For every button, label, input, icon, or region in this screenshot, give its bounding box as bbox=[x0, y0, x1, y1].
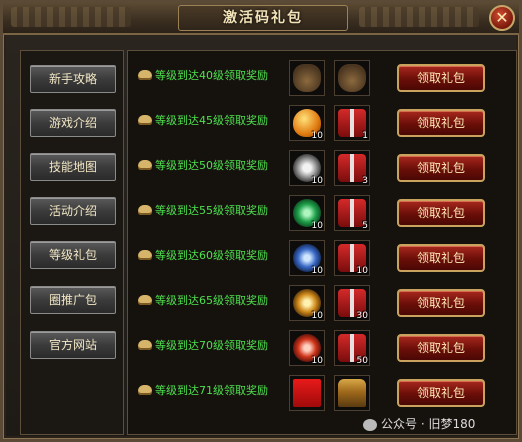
item-count: 10 bbox=[311, 176, 323, 186]
reward-item-slot[interactable]: 5 bbox=[334, 195, 370, 231]
reward-row: 等级到达60级领取奖励 10 10 领取礼包 bbox=[134, 235, 514, 279]
reward-item-slot[interactable]: 50 bbox=[334, 330, 370, 366]
reward-row: 等级到达70级领取奖励 10 50 领取礼包 bbox=[134, 325, 514, 369]
sidebar: 新手攻略 游戏介绍 技能地图 活动介绍 等级礼包 圈推广包 官方网站 bbox=[20, 50, 124, 435]
item-count: 10 bbox=[311, 221, 323, 231]
reward-condition: 等级到达60级领取奖励 bbox=[155, 249, 268, 262]
red-envelope-icon bbox=[293, 379, 321, 407]
reward-condition: 等级到达50级领取奖励 bbox=[155, 159, 268, 172]
reward-row: 等级到达45级领取奖励 10 1 领取礼包 bbox=[134, 100, 514, 144]
reward-condition: 等级到达55级领取奖励 bbox=[155, 204, 268, 217]
reward-item-slot[interactable]: 3 bbox=[334, 150, 370, 186]
watermark-text: 公众号 · 旧梦180 bbox=[381, 417, 476, 431]
reward-item-slot[interactable]: 10 bbox=[289, 240, 325, 276]
reward-row: 等级到达50级领取奖励 10 3 领取礼包 bbox=[134, 145, 514, 189]
reward-item-slot[interactable] bbox=[334, 375, 370, 411]
title-bar: 激活码礼包 ✕ bbox=[3, 3, 519, 35]
sidebar-item-newbie-guide[interactable]: 新手攻略 bbox=[30, 65, 116, 93]
claim-gift-button[interactable]: 领取礼包 bbox=[397, 244, 485, 272]
sidebar-item-official-site[interactable]: 官方网站 bbox=[30, 331, 116, 359]
item-count: 10 bbox=[311, 356, 323, 366]
sidebar-item-game-intro[interactable]: 游戏介绍 bbox=[30, 109, 116, 137]
item-count: 10 bbox=[311, 311, 323, 321]
reward-condition: 等级到达65级领取奖励 bbox=[155, 294, 268, 307]
reward-item-slot[interactable] bbox=[289, 60, 325, 96]
sidebar-item-events[interactable]: 活动介绍 bbox=[30, 197, 116, 225]
sidebar-item-level-gifts[interactable]: 等级礼包 bbox=[30, 241, 116, 269]
window-title: 激活码礼包 bbox=[178, 5, 348, 31]
claim-gift-button[interactable]: 领取礼包 bbox=[397, 334, 485, 362]
reward-item-slot[interactable] bbox=[334, 60, 370, 96]
item-count: 10 bbox=[356, 266, 368, 276]
money-bag-icon bbox=[338, 64, 366, 92]
quest-scroll-icon bbox=[138, 295, 152, 305]
watermark: 公众号 · 旧梦180 bbox=[363, 415, 475, 432]
treasure-chest-icon bbox=[338, 379, 366, 407]
item-count: 30 bbox=[356, 311, 368, 321]
item-count: 10 bbox=[311, 266, 323, 276]
reward-condition: 等级到达45级领取奖励 bbox=[155, 114, 268, 127]
item-count: 5 bbox=[362, 221, 368, 231]
reward-condition: 等级到达70级领取奖励 bbox=[155, 339, 268, 352]
reward-item-slot[interactable]: 10 bbox=[334, 240, 370, 276]
reward-item-slot[interactable] bbox=[289, 375, 325, 411]
gift-code-window: 激活码礼包 ✕ 新手攻略 游戏介绍 技能地图 活动介绍 等级礼包 圈推广包 官方… bbox=[0, 0, 522, 442]
reward-item-slot[interactable]: 10 bbox=[289, 105, 325, 141]
reward-item-slot[interactable]: 10 bbox=[289, 330, 325, 366]
quest-scroll-icon bbox=[138, 205, 152, 215]
wechat-icon bbox=[363, 418, 377, 431]
reward-row: 等级到达55级领取奖励 10 5 领取礼包 bbox=[134, 190, 514, 234]
quest-scroll-icon bbox=[138, 340, 152, 350]
reward-row: 等级到达40级领取奖励 领取礼包 bbox=[134, 55, 514, 99]
reward-item-slot[interactable]: 10 bbox=[289, 195, 325, 231]
reward-condition: 等级到达71级领取奖励 bbox=[155, 384, 268, 397]
title-ornament-right bbox=[359, 7, 479, 27]
reward-row: 等级到达71级领取奖励 领取礼包 bbox=[134, 370, 514, 414]
money-bag-icon bbox=[293, 64, 321, 92]
claim-gift-button[interactable]: 领取礼包 bbox=[397, 109, 485, 137]
sidebar-item-skill-map[interactable]: 技能地图 bbox=[30, 153, 116, 181]
quest-scroll-icon bbox=[138, 160, 152, 170]
item-count: 50 bbox=[356, 356, 368, 366]
claim-gift-button[interactable]: 领取礼包 bbox=[397, 289, 485, 317]
quest-scroll-icon bbox=[138, 115, 152, 125]
close-button[interactable]: ✕ bbox=[489, 5, 515, 31]
reward-item-slot[interactable]: 10 bbox=[289, 150, 325, 186]
item-count: 10 bbox=[311, 131, 323, 141]
claim-gift-button[interactable]: 领取礼包 bbox=[397, 379, 485, 407]
quest-scroll-icon bbox=[138, 70, 152, 80]
title-ornament-left bbox=[11, 7, 131, 27]
sidebar-item-promo-pack[interactable]: 圈推广包 bbox=[30, 286, 116, 314]
reward-condition: 等级到达40级领取奖励 bbox=[155, 69, 268, 82]
item-count: 3 bbox=[362, 176, 368, 186]
reward-item-slot[interactable]: 10 bbox=[289, 285, 325, 321]
reward-row: 等级到达65级领取奖励 10 30 领取礼包 bbox=[134, 280, 514, 324]
claim-gift-button[interactable]: 领取礼包 bbox=[397, 64, 485, 92]
quest-scroll-icon bbox=[138, 250, 152, 260]
quest-scroll-icon bbox=[138, 385, 152, 395]
reward-list: 等级到达40级领取奖励 领取礼包 等级到达45级领取奖励 10 1 领取礼包 等… bbox=[127, 50, 517, 435]
claim-gift-button[interactable]: 领取礼包 bbox=[397, 199, 485, 227]
reward-item-slot[interactable]: 1 bbox=[334, 105, 370, 141]
claim-gift-button[interactable]: 领取礼包 bbox=[397, 154, 485, 182]
reward-item-slot[interactable]: 30 bbox=[334, 285, 370, 321]
item-count: 1 bbox=[362, 131, 368, 141]
